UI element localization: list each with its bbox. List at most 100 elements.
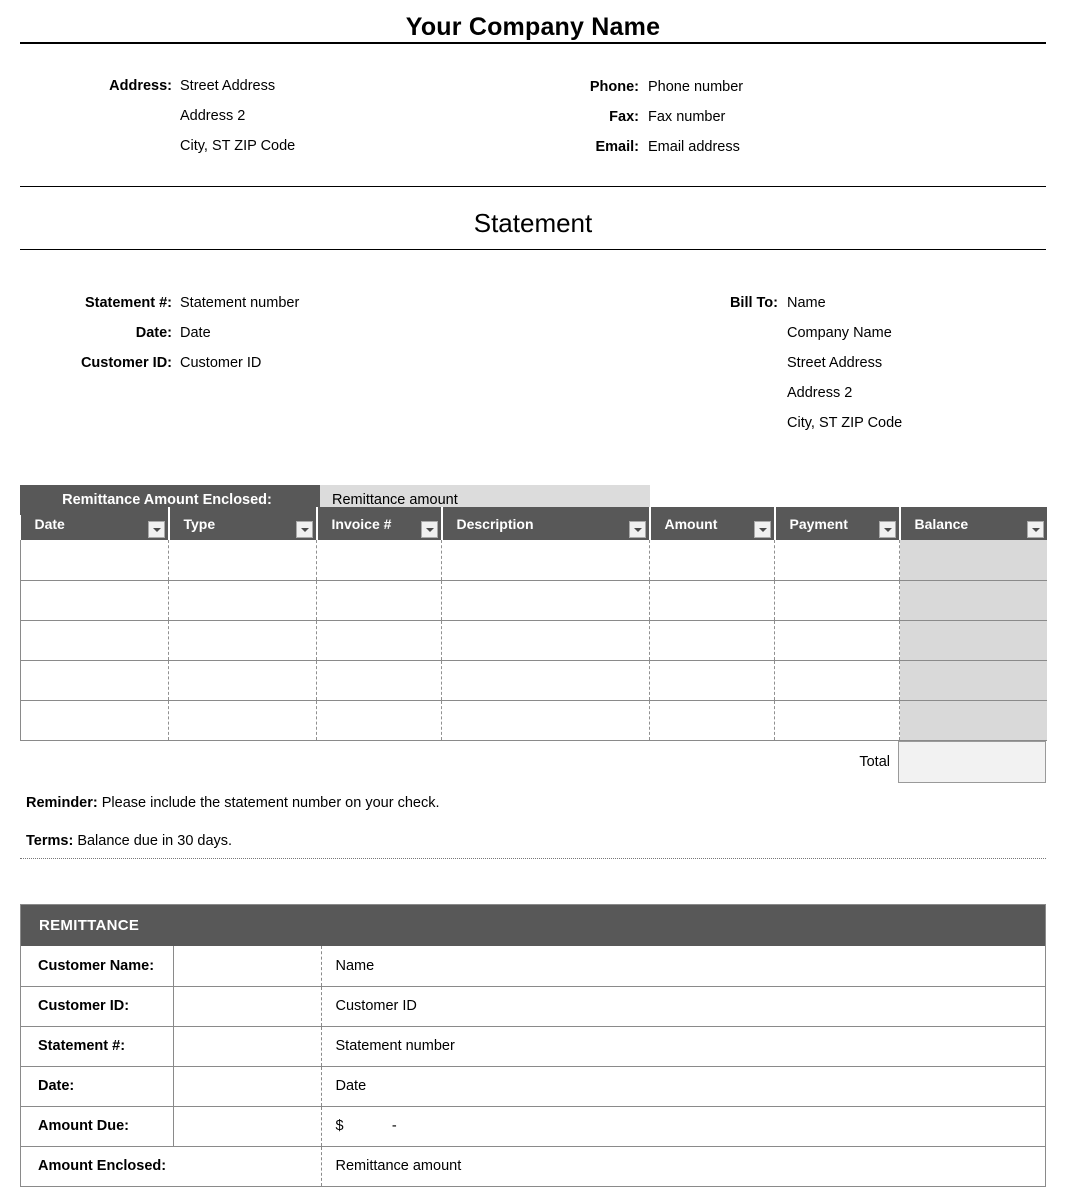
column-header-type-label: Type xyxy=(183,515,216,532)
remittance-value-amount-enclosed[interactable]: Remittance amount xyxy=(321,1146,1045,1186)
filter-dropdown-icon-type[interactable] xyxy=(295,521,313,538)
remittance-key-amount-due: Amount Due: xyxy=(21,1106,174,1147)
cell-invoice[interactable] xyxy=(316,660,442,701)
table-row[interactable] xyxy=(20,580,1047,621)
bill-to-row-1: Bill To: Name xyxy=(700,294,826,312)
cell-balance xyxy=(899,580,1047,621)
filter-dropdown-icon-amount[interactable] xyxy=(753,521,771,538)
fax-value: Fax number xyxy=(648,109,726,125)
remittance-row-amount-due: Amount Due: $ - xyxy=(21,1106,1045,1147)
cell-type[interactable] xyxy=(168,580,317,621)
column-header-description[interactable]: Description xyxy=(441,507,651,540)
column-header-payment[interactable]: Payment xyxy=(774,507,901,540)
table-row[interactable] xyxy=(20,700,1047,741)
cell-amount[interactable] xyxy=(649,700,775,741)
transactions-table: Date Type Invoice # Description Amount P… xyxy=(20,507,1047,783)
cell-payment[interactable] xyxy=(774,660,900,701)
cell-payment[interactable] xyxy=(774,540,900,581)
cell-invoice[interactable] xyxy=(316,620,442,661)
total-spacer xyxy=(20,741,788,783)
cell-date[interactable] xyxy=(20,540,169,581)
table-row[interactable] xyxy=(20,620,1047,661)
filter-dropdown-icon-balance[interactable] xyxy=(1026,521,1044,538)
statement-number-value: Statement number xyxy=(180,295,300,311)
column-header-invoice-label: Invoice # xyxy=(331,515,392,532)
cell-type[interactable] xyxy=(168,620,317,661)
cell-balance xyxy=(899,700,1047,741)
cell-description[interactable] xyxy=(441,540,650,581)
filter-dropdown-icon-date[interactable] xyxy=(147,521,165,538)
statement-meta-block: Statement #: Statement number Date: Date C… xyxy=(0,250,1066,515)
column-header-date[interactable]: Date xyxy=(20,507,170,540)
cell-payment[interactable] xyxy=(774,620,900,661)
column-header-invoice[interactable]: Invoice # xyxy=(316,507,443,540)
contact-row-address-1: Address: Street Address xyxy=(20,77,275,95)
remittance-value-statement-number[interactable]: Statement number xyxy=(321,1026,1045,1067)
contact-row-address-3: City, ST ZIP Code xyxy=(20,137,295,155)
cell-amount[interactable] xyxy=(649,580,775,621)
phone-value: Phone number xyxy=(648,79,744,95)
phone-label: Phone: xyxy=(589,79,639,95)
cell-invoice[interactable] xyxy=(316,580,442,621)
cell-date[interactable] xyxy=(20,660,169,701)
address-value-2: Address 2 xyxy=(180,108,246,124)
cell-type[interactable] xyxy=(168,540,317,581)
filter-dropdown-icon-description[interactable] xyxy=(628,521,646,538)
customer-id-label: Customer ID: xyxy=(80,355,172,371)
remittance-mid-date[interactable] xyxy=(173,1066,322,1107)
remittance-value-customer-name[interactable]: Name xyxy=(321,946,1045,987)
remittance-mid-customer-id[interactable] xyxy=(173,986,322,1027)
total-value-cell[interactable] xyxy=(898,740,1046,783)
bill-to-line-5: City, ST ZIP Code xyxy=(787,415,903,431)
cell-description[interactable] xyxy=(441,660,650,701)
remittance-mid-statement-number[interactable] xyxy=(173,1026,322,1067)
cell-type[interactable] xyxy=(168,700,317,741)
reminder-label: Reminder: xyxy=(26,795,98,811)
cell-invoice[interactable] xyxy=(316,700,442,741)
bill-to-line-2: Company Name xyxy=(787,325,892,341)
contact-row-phone: Phone: Phone number xyxy=(495,78,743,96)
cell-date[interactable] xyxy=(20,580,169,621)
cell-amount[interactable] xyxy=(649,620,775,661)
column-header-amount[interactable]: Amount xyxy=(649,507,776,540)
remittance-mid-amount-due[interactable] xyxy=(173,1106,322,1147)
cell-payment[interactable] xyxy=(774,580,900,621)
address-value-3: City, ST ZIP Code xyxy=(180,138,296,154)
column-header-balance[interactable]: Balance xyxy=(899,507,1047,540)
bill-to-row-4: Address 2 xyxy=(700,384,852,402)
cell-date[interactable] xyxy=(20,620,169,661)
cell-description[interactable] xyxy=(441,620,650,661)
cell-amount[interactable] xyxy=(649,540,775,581)
cell-amount[interactable] xyxy=(649,660,775,701)
remittance-key-customer-id: Customer ID: xyxy=(21,986,174,1027)
filter-dropdown-icon-payment[interactable] xyxy=(878,521,896,538)
cell-description[interactable] xyxy=(441,700,650,741)
remittance-section: REMITTANCE Customer Name: Name Customer … xyxy=(20,904,1046,1187)
remittance-key-statement-number: Statement #: xyxy=(21,1026,174,1067)
cell-description[interactable] xyxy=(441,580,650,621)
remittance-value-customer-id[interactable]: Customer ID xyxy=(321,986,1045,1027)
customer-id-value: Customer ID xyxy=(180,355,262,371)
cell-type[interactable] xyxy=(168,660,317,701)
remittance-row-amount-enclosed: Amount Enclosed: Remittance amount xyxy=(21,1146,1045,1186)
remittance-value-date[interactable]: Date xyxy=(321,1066,1045,1107)
cell-date[interactable] xyxy=(20,700,169,741)
remittance-heading: REMITTANCE xyxy=(21,905,1045,946)
bill-to-line-1: Name xyxy=(787,295,826,311)
remittance-value-amount-due: $ - xyxy=(321,1106,1045,1147)
cell-invoice[interactable] xyxy=(316,540,442,581)
bill-to-row-5: City, ST ZIP Code xyxy=(700,414,902,432)
filter-dropdown-icon-invoice[interactable] xyxy=(420,521,438,538)
column-header-type[interactable]: Type xyxy=(168,507,318,540)
cell-payment[interactable] xyxy=(774,700,900,741)
table-row[interactable] xyxy=(20,540,1047,581)
table-row[interactable] xyxy=(20,660,1047,701)
remittance-row-customer-id: Customer ID: Customer ID xyxy=(21,986,1045,1027)
remittance-mid-customer-name[interactable] xyxy=(173,946,322,987)
contact-row-fax: Fax: Fax number xyxy=(495,108,725,126)
remittance-mid-amount-enclosed[interactable] xyxy=(173,1146,322,1186)
bill-to-line-4: Address 2 xyxy=(787,385,853,401)
terms-label: Terms: xyxy=(26,833,74,849)
bill-to-row-3: Street Address xyxy=(700,354,882,372)
cell-balance xyxy=(899,620,1047,661)
